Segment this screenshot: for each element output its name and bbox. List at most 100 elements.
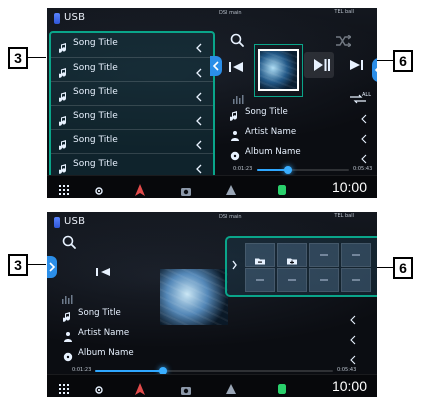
source-label: USB <box>64 12 86 23</box>
previous-track-button[interactable] <box>223 58 249 76</box>
callout-6-top-line <box>377 60 393 61</box>
empty-slot-dash <box>320 279 328 281</box>
song-list-item[interactable]: Song Title <box>51 57 213 82</box>
apps-grid-icon[interactable] <box>58 181 70 195</box>
music-note-icon <box>57 39 69 53</box>
function-key[interactable] <box>277 268 307 292</box>
list-collapse-tab[interactable] <box>210 56 222 76</box>
function-panel-tab[interactable] <box>372 58 377 82</box>
chevron-left-icon <box>361 149 367 164</box>
phone-icon[interactable] <box>277 380 287 394</box>
settings-gear-icon[interactable] <box>93 381 105 394</box>
function-key[interactable] <box>309 268 339 292</box>
song-list-panel: Song Title Song Title Song Title Song Ti… <box>49 31 215 180</box>
function-key[interactable] <box>245 268 275 292</box>
folder-down-button[interactable] <box>277 243 307 267</box>
music-note-icon <box>61 308 73 322</box>
search-icon[interactable] <box>61 234 77 250</box>
playback-progress-bar[interactable] <box>257 166 349 174</box>
song-title: Song Title <box>73 38 118 48</box>
navigation-icon[interactable] <box>134 181 146 196</box>
song-list-item[interactable]: Song Title <box>51 105 213 130</box>
camera-icon[interactable] <box>180 182 192 196</box>
next-track-button[interactable] <box>342 52 372 78</box>
empty-slot-dash <box>352 279 360 281</box>
equalizer-icon[interactable] <box>61 290 73 304</box>
playback-progress-knob[interactable] <box>284 166 292 174</box>
chevron-left-icon <box>195 39 203 53</box>
usb-player-screen-with-function-panel: USB DSI main TEL ball Song Title Artist … <box>47 212 377 397</box>
disc-icon <box>63 348 73 362</box>
song-list-item[interactable]: Song Title <box>51 129 213 154</box>
playback-progress-bar[interactable] <box>95 367 333 375</box>
function-key[interactable] <box>341 268 371 292</box>
bottom-bar: 10:00 <box>47 175 377 198</box>
clock: 10:00 <box>331 378 367 394</box>
usb-player-screen-with-list: USB DSI main TEL ball Song Title Song Ti… <box>47 8 377 198</box>
chevron-left-icon <box>361 109 367 124</box>
elapsed-time: 0:01:23 <box>72 367 92 373</box>
chevron-right-icon[interactable] <box>229 256 239 274</box>
album-art-thumbnail[interactable] <box>258 49 299 91</box>
repeat-all-icon[interactable]: ALL <box>347 90 371 104</box>
repeat-mode-label: ALL <box>362 92 371 98</box>
artist-name: Artist Name <box>78 328 130 338</box>
song-list-item[interactable]: Song Title <box>51 33 213 57</box>
settings-gear-icon[interactable] <box>93 182 105 195</box>
music-note-icon <box>57 160 69 174</box>
song-title: Song Title <box>78 308 121 318</box>
clock: 10:00 <box>331 179 367 195</box>
top-status-bar: USB DSI main TEL ball <box>47 8 377 28</box>
phone-icon[interactable] <box>277 181 287 195</box>
music-note-icon <box>57 64 69 78</box>
chevron-left-icon <box>195 136 203 150</box>
album-thumb-highlight-frame <box>302 44 303 97</box>
song-title-row[interactable]: Song Title <box>61 307 359 325</box>
empty-slot-dash <box>256 279 264 281</box>
chevron-left-icon <box>350 310 356 325</box>
triangle-icon[interactable] <box>225 181 237 195</box>
list-expand-tab[interactable] <box>47 256 57 278</box>
status-left: DSI main <box>219 214 242 220</box>
previous-track-button[interactable] <box>93 264 115 278</box>
song-title-row[interactable]: Song Title <box>228 106 370 124</box>
person-icon <box>230 127 240 141</box>
chevron-left-icon <box>195 112 203 126</box>
song-list-item[interactable]: Song Title <box>51 81 213 106</box>
disc-icon <box>230 147 240 161</box>
callout-3-top-line <box>26 57 46 58</box>
album-name: Album Name <box>245 147 301 157</box>
search-icon[interactable] <box>229 32 245 48</box>
status-left: DSI main <box>219 10 242 16</box>
shuffle-icon[interactable] <box>335 32 353 48</box>
song-title: Song Title <box>73 111 118 121</box>
empty-slot-dash <box>320 254 328 256</box>
equalizer-icon[interactable] <box>232 90 244 104</box>
album-row[interactable]: Album Name <box>63 347 359 365</box>
album-row[interactable]: Album Name <box>230 146 370 164</box>
callout-3-top: 3 <box>8 47 28 69</box>
camera-icon[interactable] <box>180 381 192 395</box>
function-key[interactable] <box>341 243 371 267</box>
playback-progress-fill <box>257 169 287 171</box>
song-title: Song Title <box>73 63 118 73</box>
status-right: TEL ball <box>334 9 354 15</box>
song-title: Song Title <box>73 135 118 145</box>
empty-slot-dash <box>288 279 296 281</box>
function-key[interactable] <box>309 243 339 267</box>
triangle-icon[interactable] <box>225 380 237 394</box>
status-right: TEL ball <box>334 213 354 219</box>
play-pause-button[interactable] <box>304 52 334 78</box>
total-time: 0:05:43 <box>353 166 373 172</box>
playback-progress-fill <box>95 370 162 372</box>
chevron-left-icon <box>350 330 356 345</box>
navigation-icon[interactable] <box>134 380 146 395</box>
album-thumb-highlight-frame <box>254 44 255 97</box>
artist-row[interactable]: Artist Name <box>230 126 370 144</box>
artist-name: Artist Name <box>245 127 297 137</box>
apps-grid-icon[interactable] <box>58 380 70 394</box>
callout-6-bottom-line <box>377 267 393 268</box>
folder-up-button[interactable] <box>245 243 275 267</box>
bottom-bar: 10:00 <box>47 374 377 397</box>
artist-row[interactable]: Artist Name <box>63 327 359 345</box>
